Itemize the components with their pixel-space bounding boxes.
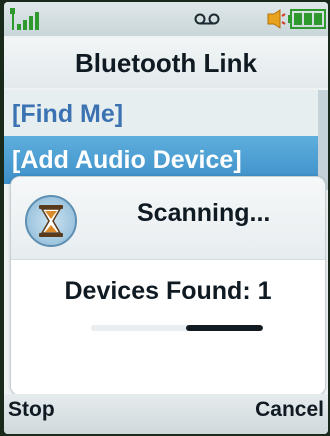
voicemail-icon	[194, 13, 220, 25]
status-bar	[4, 2, 328, 36]
softkey-bar: Stop Cancel	[4, 394, 328, 434]
scan-progress-fill	[185, 325, 263, 331]
scanning-status: Scanning...	[137, 199, 271, 227]
menu-item-find-me[interactable]: [Find Me]	[4, 90, 328, 138]
dialog-header: Scanning...	[11, 177, 325, 260]
screen-title: Bluetooth Link	[4, 38, 328, 88]
scanning-dialog: Scanning... Devices Found: 1	[10, 176, 326, 396]
scan-progress-bar	[91, 325, 263, 331]
devices-found-label: Devices Found: 1	[64, 277, 272, 305]
stop-softkey[interactable]: Stop	[8, 398, 55, 422]
cancel-softkey[interactable]: Cancel	[255, 398, 324, 422]
ringer-icon	[267, 9, 286, 29]
battery-icon	[288, 9, 326, 29]
scrollbar[interactable]	[318, 90, 328, 190]
hourglass-icon	[25, 195, 77, 247]
phone-screen: Bluetooth Link [Find Me] [Add Audio Devi…	[4, 2, 328, 434]
signal-strength-icon	[10, 8, 39, 30]
